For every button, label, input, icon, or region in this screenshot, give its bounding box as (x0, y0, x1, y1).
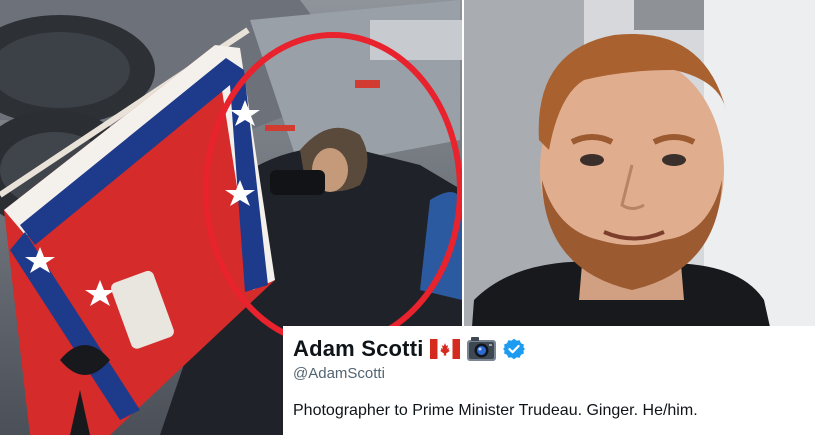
display-name[interactable]: Adam Scotti (293, 336, 424, 362)
profile-card: Adam Scotti @AdamScotti Photographer to … (283, 326, 815, 435)
right-eye (662, 154, 686, 166)
ceiling-fixture (634, 0, 704, 30)
canada-flag-icon (429, 339, 460, 359)
name-row: Adam Scotti (293, 332, 525, 366)
camera-icon (466, 337, 496, 361)
handle[interactable]: @AdamScotti (293, 365, 385, 382)
camera-in-hands (270, 170, 325, 195)
truck-top (370, 20, 462, 60)
truck-light (355, 80, 380, 88)
bio: Photographer to Prime Minister Trudeau. … (293, 402, 698, 419)
left-eye (580, 154, 604, 166)
verified-icon (502, 338, 525, 360)
truck-light (265, 125, 295, 131)
